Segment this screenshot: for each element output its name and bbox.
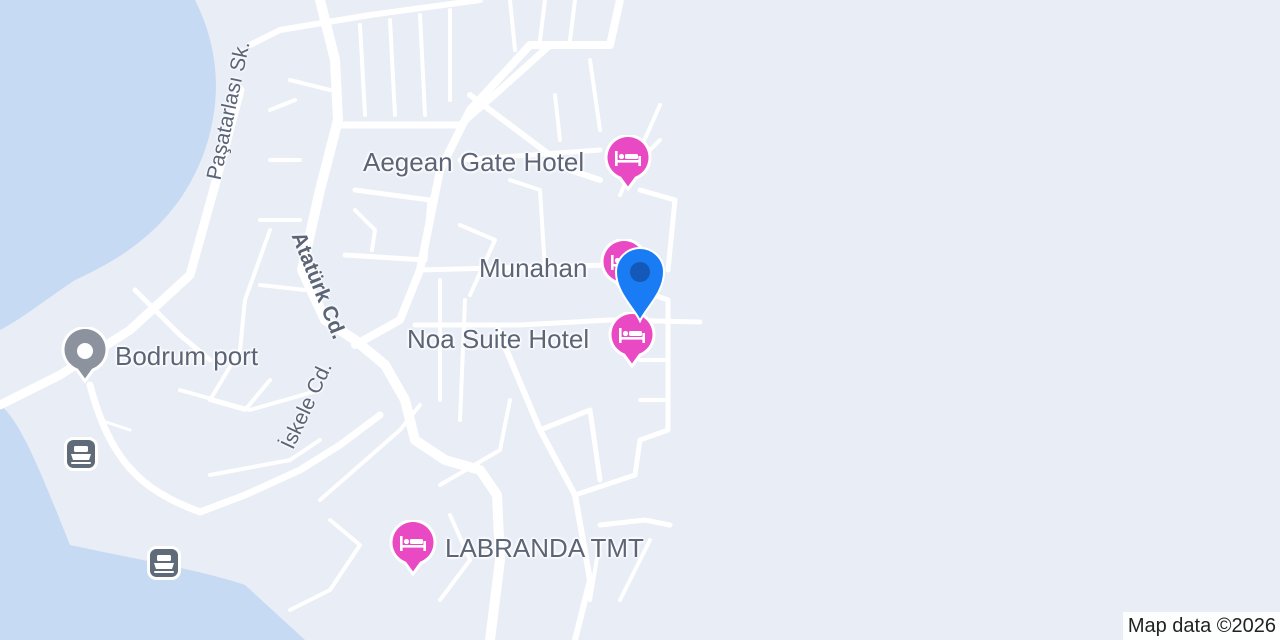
hotel-pin-aegean-gate[interactable] [604, 134, 652, 192]
hotel-label-noa-suite[interactable]: Noa Suite Hotel [407, 326, 589, 352]
hotel-bed-icon [389, 519, 437, 577]
place-pin-bodrum-port[interactable] [61, 326, 109, 384]
ferry-icon[interactable] [64, 437, 98, 471]
hotel-label-labranda[interactable]: LABRANDA TMT [445, 535, 644, 561]
map-canvas[interactable]: Paşatarlası Sk. Atatürk Cd. İskele Cd. A… [0, 0, 1280, 640]
harbor-water [0, 405, 305, 640]
location-marker-icon[interactable] [613, 245, 667, 324]
place-label-bodrum-port[interactable]: Bodrum port [115, 343, 258, 369]
hotel-label-aegean-gate[interactable]: Aegean Gate Hotel [363, 149, 584, 175]
hotel-label-munahan[interactable]: Munahan [479, 255, 587, 281]
place-pin-icon [61, 326, 109, 384]
ferry-icon[interactable] [147, 546, 181, 580]
hotel-bed-icon [604, 134, 652, 192]
hotel-pin-labranda[interactable] [389, 519, 437, 577]
map-attribution: Map data ©2026 [1122, 612, 1280, 640]
